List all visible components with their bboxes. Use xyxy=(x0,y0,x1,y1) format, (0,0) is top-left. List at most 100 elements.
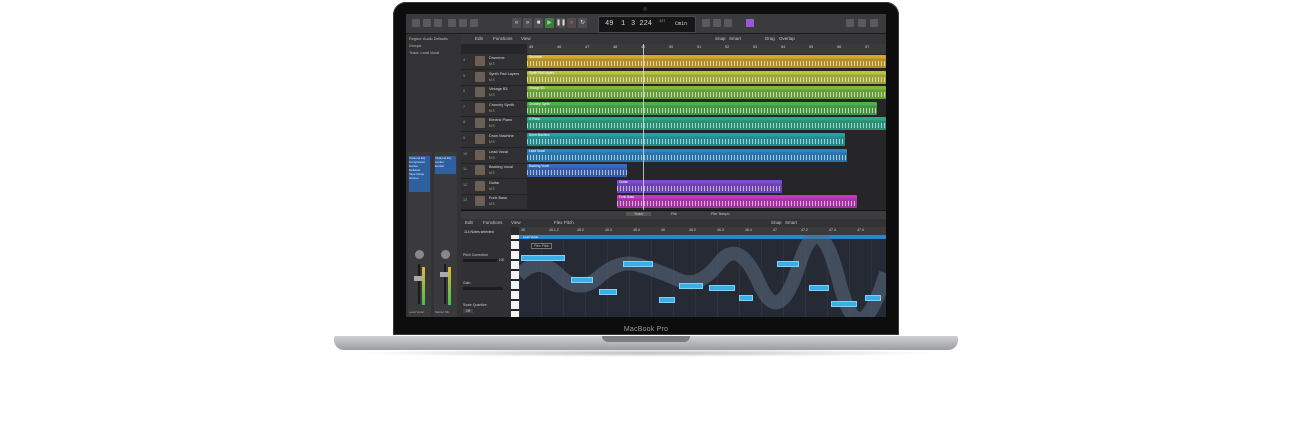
smart-controls-icon[interactable] xyxy=(448,19,456,27)
editor-menu-edit[interactable]: Edit xyxy=(465,220,473,225)
mute-solo-buttons[interactable]: M S xyxy=(489,171,495,175)
tab-file-tempo[interactable]: File Tempo xyxy=(711,212,730,216)
region-label[interactable]: Region: Audio Defaults xyxy=(409,37,448,41)
track-lane[interactable]: E.Piano xyxy=(527,116,886,131)
tab-file[interactable]: File xyxy=(671,212,677,216)
track-header[interactable]: 4 Drummer M S xyxy=(461,54,527,70)
tuner-icon[interactable] xyxy=(702,19,710,27)
pitch-note[interactable] xyxy=(739,295,753,301)
loop-browser-icon[interactable] xyxy=(870,19,878,27)
editor-snap-value[interactable]: Smart xyxy=(785,220,797,225)
editor-menu-functions[interactable]: Functions xyxy=(483,220,503,225)
track-header[interactable]: 8 Electric Piano M S xyxy=(461,116,527,133)
region[interactable]: Drummer xyxy=(527,55,886,68)
snap-value[interactable]: Smart xyxy=(729,36,741,41)
metronome-icon[interactable] xyxy=(746,19,754,27)
pitch-note[interactable] xyxy=(831,301,857,307)
track-label[interactable]: Track: Lead Vocal xyxy=(409,51,439,55)
track-lane[interactable]: Funk Bass xyxy=(527,194,886,209)
menu-view[interactable]: View xyxy=(521,36,531,41)
lcd-display[interactable]: 49 1 3 224 127 Cmin xyxy=(598,16,696,33)
track-header[interactable]: 10 Lead Vocal M S xyxy=(461,148,527,164)
track-lane[interactable]: Lead Vocal xyxy=(527,148,886,163)
track-header[interactable]: 9 Drum Machine M S xyxy=(461,132,527,148)
forward-button[interactable]: » xyxy=(523,18,532,28)
pitch-note[interactable] xyxy=(599,289,617,295)
pitch-note[interactable] xyxy=(623,261,653,267)
track-lane[interactable]: Drum Machine xyxy=(527,132,886,147)
region[interactable]: Lead Vocal xyxy=(527,148,847,162)
plugin-slots-left[interactable]: Channel EQ Compressor Exciter DeEsser Tape D… xyxy=(409,156,430,192)
region[interactable]: Backing Vocal xyxy=(527,164,627,178)
track-header[interactable]: 11 Backing Vocal M S xyxy=(461,163,527,180)
pitch-note[interactable] xyxy=(777,261,799,267)
tab-track[interactable]: Track xyxy=(626,212,652,216)
track-lane[interactable]: Crunchy Synth xyxy=(527,101,886,116)
mute-solo-buttons[interactable]: M S xyxy=(489,62,495,66)
help-icon[interactable] xyxy=(434,19,442,27)
record-button[interactable]: ● xyxy=(567,18,576,28)
gain-slider[interactable] xyxy=(463,287,503,290)
track-lane[interactable]: Synth Pad Layers xyxy=(527,70,886,85)
region[interactable]: Synth Pad Layers xyxy=(527,70,886,84)
pan-knob[interactable] xyxy=(415,250,424,259)
pan-knob-master[interactable] xyxy=(441,250,450,259)
pitch-note[interactable] xyxy=(709,285,735,291)
pitch-grid[interactable]: Lead Vocal Flex Pitch xyxy=(519,235,886,317)
playhead[interactable] xyxy=(643,44,644,210)
track-lane[interactable]: Backing Vocal xyxy=(527,163,886,178)
pitch-note[interactable] xyxy=(865,295,881,301)
flex-mode-select[interactable]: Flex Pitch xyxy=(554,220,574,225)
menu-functions[interactable]: Functions xyxy=(493,36,513,41)
mute-solo-buttons[interactable]: M S xyxy=(489,109,495,113)
mute-solo-buttons[interactable]: M S xyxy=(489,140,495,144)
region[interactable]: Vintage B3 xyxy=(527,86,886,100)
mute-solo-buttons[interactable]: M S xyxy=(489,93,495,97)
pitch-note[interactable] xyxy=(809,285,829,291)
mute-solo-buttons[interactable]: M S xyxy=(489,202,495,206)
track-header[interactable]: 13 Funk Bass M S xyxy=(461,194,527,211)
track-header[interactable]: 5 Synth Pad Layers M S xyxy=(461,70,527,86)
groups-label[interactable]: Groups xyxy=(409,44,421,48)
library-icon[interactable] xyxy=(412,19,420,27)
plugin-slots-right[interactable]: Channel EQ Limiter Exciter xyxy=(435,156,456,174)
region[interactable]: Guitar xyxy=(617,179,782,193)
cycle-button[interactable]: ↻ xyxy=(578,18,587,28)
mute-solo-buttons[interactable]: M S xyxy=(489,187,495,191)
track-header[interactable]: 6 Vintage B3 M S xyxy=(461,85,527,102)
pitch-note[interactable] xyxy=(571,277,593,283)
track-lane[interactable]: Drummer xyxy=(527,54,886,69)
pitch-note[interactable] xyxy=(679,283,703,289)
region[interactable]: E.Piano xyxy=(527,117,886,131)
editors-icon[interactable] xyxy=(470,19,478,27)
track-lane[interactable]: Vintage B3 xyxy=(527,85,886,100)
region[interactable]: Crunchy Synth xyxy=(527,101,877,115)
pitch-note[interactable] xyxy=(659,297,675,303)
scale-quantize-select[interactable]: Off xyxy=(463,309,474,313)
notepad-icon[interactable] xyxy=(858,19,866,27)
editor-ruler[interactable]: 45 45.1.2 45.2 45.3 45.4 46 46.2 46.3 46.4 47 47.2… xyxy=(519,227,886,235)
pitch-correction-slider[interactable] xyxy=(463,259,497,262)
piano-keyboard[interactable] xyxy=(511,235,519,317)
solo-icon[interactable] xyxy=(713,19,721,27)
timeline-ruler[interactable]: 45464748495051525354555657 xyxy=(527,44,886,54)
track-lane[interactable]: Guitar xyxy=(527,179,886,194)
play-button[interactable]: ▶ xyxy=(545,18,554,28)
drag-value[interactable]: Overlap xyxy=(779,36,795,41)
list-editors-icon[interactable] xyxy=(846,19,854,27)
rewind-button[interactable]: « xyxy=(512,18,521,28)
mute-solo-buttons[interactable]: M S xyxy=(489,78,495,82)
pitch-note[interactable] xyxy=(521,255,565,261)
mixer-icon[interactable] xyxy=(459,19,467,27)
pause-button[interactable]: ❚❚ xyxy=(556,18,566,28)
stop-button[interactable]: ■ xyxy=(534,18,543,28)
track-header[interactable]: 12 Guitar M S xyxy=(461,179,527,195)
editor-menu-view[interactable]: View xyxy=(511,220,521,225)
track-header[interactable]: 7 Crunchy Synth M S xyxy=(461,101,527,117)
mute-solo-buttons[interactable]: M S xyxy=(489,156,495,160)
menu-edit[interactable]: Edit xyxy=(475,36,483,41)
region[interactable]: Drum Machine xyxy=(527,133,845,146)
region[interactable]: Funk Bass xyxy=(617,195,857,209)
inspector-icon[interactable] xyxy=(423,19,431,27)
count-in-icon[interactable] xyxy=(724,19,732,27)
